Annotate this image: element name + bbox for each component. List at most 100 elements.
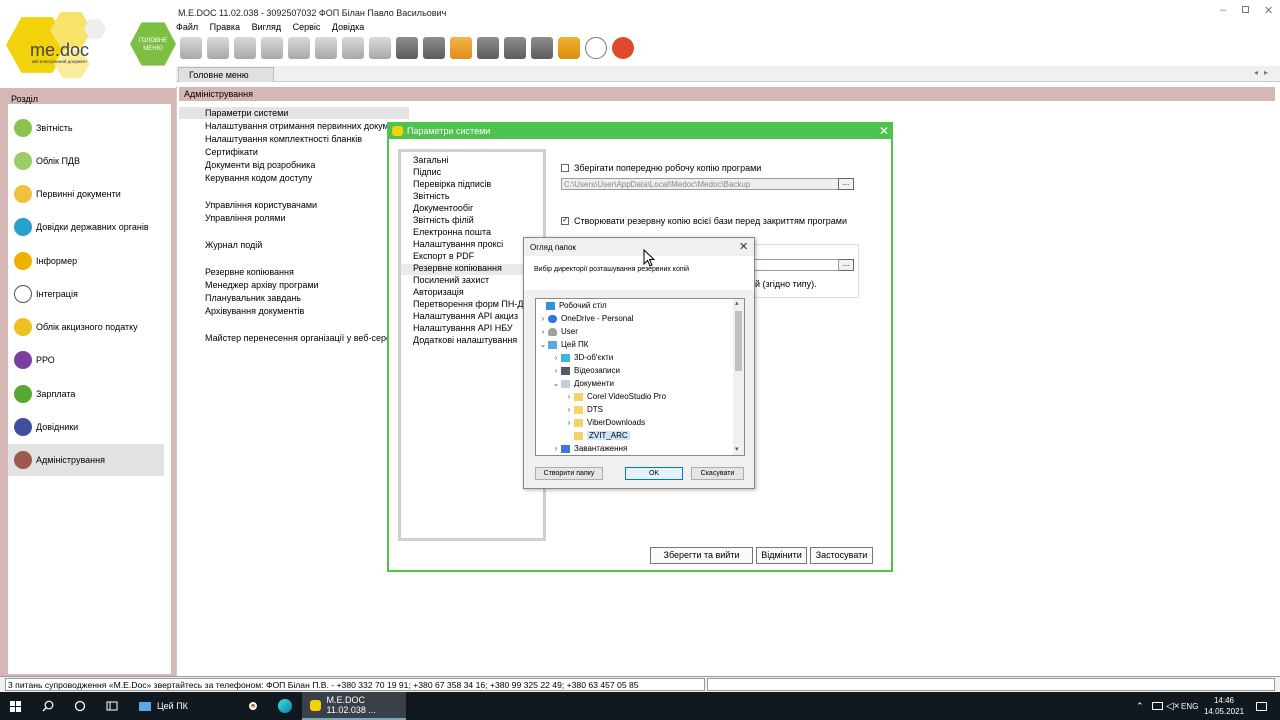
- cancel-button[interactable]: Відмінити: [756, 547, 807, 564]
- menu-item-user-management[interactable]: Управління користувачами: [205, 200, 317, 210]
- menu-item-role-management[interactable]: Управління ролями: [205, 213, 286, 223]
- list-item[interactable]: Загальні: [413, 155, 448, 165]
- menu-view[interactable]: Вигляд: [252, 22, 282, 32]
- menu-item-event-log[interactable]: Журнал подій: [205, 240, 262, 250]
- cancel-button[interactable]: Скасувати: [691, 467, 744, 480]
- sidebar-item-informer[interactable]: Інформер: [8, 245, 164, 277]
- send-icon[interactable]: [450, 37, 472, 59]
- list-item[interactable]: Експорт в PDF: [413, 251, 474, 261]
- menu-item-system-params[interactable]: Параметри системи: [205, 108, 288, 118]
- sidebar-item-vat[interactable]: Облік ПДВ: [8, 145, 164, 177]
- notifications-icon[interactable]: [1256, 692, 1267, 720]
- tree-item-zvit-arc[interactable]: ZVIT_ARC: [564, 429, 630, 442]
- paste-icon[interactable]: [288, 37, 310, 59]
- language-indicator[interactable]: ENG: [1181, 692, 1198, 720]
- print-icon[interactable]: [423, 37, 445, 59]
- menu-item-form-completeness[interactable]: Налаштування комплектності бланків: [205, 134, 362, 144]
- import-icon[interactable]: [396, 37, 418, 59]
- previous-copy-path-field[interactable]: C:\Users\User\AppData\Local\Medoc\Medoc\…: [561, 178, 839, 190]
- tree-item-downloads[interactable]: › Завантаження: [551, 442, 628, 455]
- start-button[interactable]: [10, 692, 21, 720]
- tree-item-viber[interactable]: › ViberDownloads: [564, 416, 645, 429]
- sidebar-item-rro[interactable]: РРО: [8, 344, 164, 376]
- sign-icon[interactable]: [504, 37, 526, 59]
- notification-icon[interactable]: [612, 37, 634, 59]
- list-item[interactable]: Перевірка підписів: [413, 179, 491, 189]
- collapse-arrow-icon[interactable]: ⌄: [538, 340, 548, 349]
- scrollbar-thumb[interactable]: [735, 311, 742, 371]
- new-doc-icon[interactable]: [180, 37, 202, 59]
- collapse-arrow-icon[interactable]: ⌄: [551, 379, 561, 388]
- expand-arrow-icon[interactable]: ›: [538, 314, 548, 323]
- receive-icon[interactable]: [477, 37, 499, 59]
- tree-item-user[interactable]: › User: [538, 325, 578, 338]
- sidebar-item-integration[interactable]: Інтеграція: [8, 278, 164, 310]
- menu-item-certificates[interactable]: Сертифікати: [205, 147, 258, 157]
- list-item[interactable]: Документообіг: [413, 203, 473, 213]
- network-icon[interactable]: [1152, 692, 1163, 720]
- tree-item-documents[interactable]: ⌄ Документи: [551, 377, 614, 390]
- sidebar-item-salary[interactable]: Зарплата: [8, 378, 164, 410]
- chrome-icon[interactable]: [246, 692, 260, 720]
- tree-item-onedrive[interactable]: › OneDrive - Personal: [538, 312, 634, 325]
- list-item[interactable]: Налаштування проксі: [413, 239, 503, 249]
- list-item[interactable]: Посилений захист: [413, 275, 489, 285]
- list-item[interactable]: Додаткові налаштування: [413, 335, 525, 345]
- menu-item-archive-manager[interactable]: Менеджер архіву програми: [205, 280, 319, 290]
- list-item[interactable]: Налаштування API НБУ: [413, 323, 513, 333]
- copy-icon[interactable]: [261, 37, 283, 59]
- sidebar-item-administration[interactable]: Адміністрування: [8, 444, 164, 476]
- expand-arrow-icon[interactable]: ›: [564, 392, 574, 401]
- menu-item-doc-archiving[interactable]: Архівування документів: [205, 306, 304, 316]
- edge-icon[interactable]: [278, 692, 292, 720]
- taskbar-explorer[interactable]: Цей ПК: [133, 692, 233, 720]
- backup-on-close-checkbox[interactable]: ✓: [561, 217, 569, 225]
- keep-previous-copy-checkbox[interactable]: [561, 164, 569, 172]
- menu-file[interactable]: Файл: [176, 22, 198, 32]
- taskbar-medoc[interactable]: M.E.DOC 11.02.038 ...: [302, 692, 406, 720]
- maximize-icon[interactable]: [1242, 6, 1249, 13]
- sidebar-item-gov-certs[interactable]: Довідки державних органів: [8, 211, 164, 243]
- sidebar-item-excise[interactable]: Облік акцизного податку: [8, 311, 164, 343]
- menu-item-backup[interactable]: Резервне копіювання: [205, 267, 294, 277]
- menu-edit[interactable]: Правка: [210, 22, 240, 32]
- tree-item-videos[interactable]: › Відеозаписи: [551, 364, 620, 377]
- tab-main-menu[interactable]: Головне меню: [178, 67, 274, 82]
- list-item-selected[interactable]: Резервне копіювання: [413, 263, 502, 273]
- task-view-icon[interactable]: [106, 692, 118, 720]
- save-and-exit-button[interactable]: Зберегти та вийти: [650, 547, 753, 564]
- chat-icon[interactable]: [585, 37, 607, 59]
- browse-button[interactable]: ...: [838, 178, 854, 190]
- cortana-icon[interactable]: [74, 692, 86, 720]
- list-item[interactable]: Підпис: [413, 167, 441, 177]
- expand-arrow-icon[interactable]: ›: [538, 327, 548, 336]
- sidebar-item-reporting[interactable]: Звітність: [8, 112, 164, 144]
- open-doc-icon[interactable]: [207, 37, 229, 59]
- minimize-icon[interactable]: –: [1220, 4, 1226, 16]
- tree-item-desktop[interactable]: Робочий стіл: [536, 299, 735, 312]
- menu-item-primary-docs-settings[interactable]: Налаштування отримання первинних докумен…: [205, 121, 410, 131]
- list-item[interactable]: Звітність філій: [413, 215, 474, 225]
- expand-arrow-icon[interactable]: ›: [551, 353, 561, 362]
- list-item[interactable]: Електронна пошта: [413, 227, 491, 237]
- close-icon[interactable]: ✕: [1264, 4, 1273, 17]
- tray-chevron-icon[interactable]: ⌃: [1136, 692, 1144, 720]
- expand-arrow-icon[interactable]: ›: [551, 444, 561, 453]
- check-icon[interactable]: [531, 37, 553, 59]
- remove-icon[interactable]: [369, 37, 391, 59]
- edit-icon[interactable]: [342, 37, 364, 59]
- menu-item-task-scheduler[interactable]: Планувальник завдань: [205, 293, 301, 303]
- new-folder-button[interactable]: Створити папку: [535, 467, 603, 480]
- tree-scrollbar[interactable]: ▴ ▾: [733, 299, 744, 455]
- volume-icon[interactable]: ◁×: [1166, 692, 1180, 720]
- expand-arrow-icon[interactable]: ›: [564, 418, 574, 427]
- menu-item-developer-docs[interactable]: Документи від розробника: [205, 160, 315, 170]
- scroll-up-icon[interactable]: ▴: [735, 299, 739, 307]
- menu-item-access-code[interactable]: Керування кодом доступу: [205, 173, 312, 183]
- expand-arrow-icon[interactable]: ›: [551, 366, 561, 375]
- add-icon[interactable]: [315, 37, 337, 59]
- tree-item-3d-objects[interactable]: › 3D-об'єкти: [551, 351, 614, 364]
- tree-item-corel[interactable]: › Corel VideoStudio Pro: [564, 390, 666, 403]
- search-icon[interactable]: [42, 692, 54, 720]
- sidebar-item-primary-docs[interactable]: Первинні документи: [8, 178, 164, 210]
